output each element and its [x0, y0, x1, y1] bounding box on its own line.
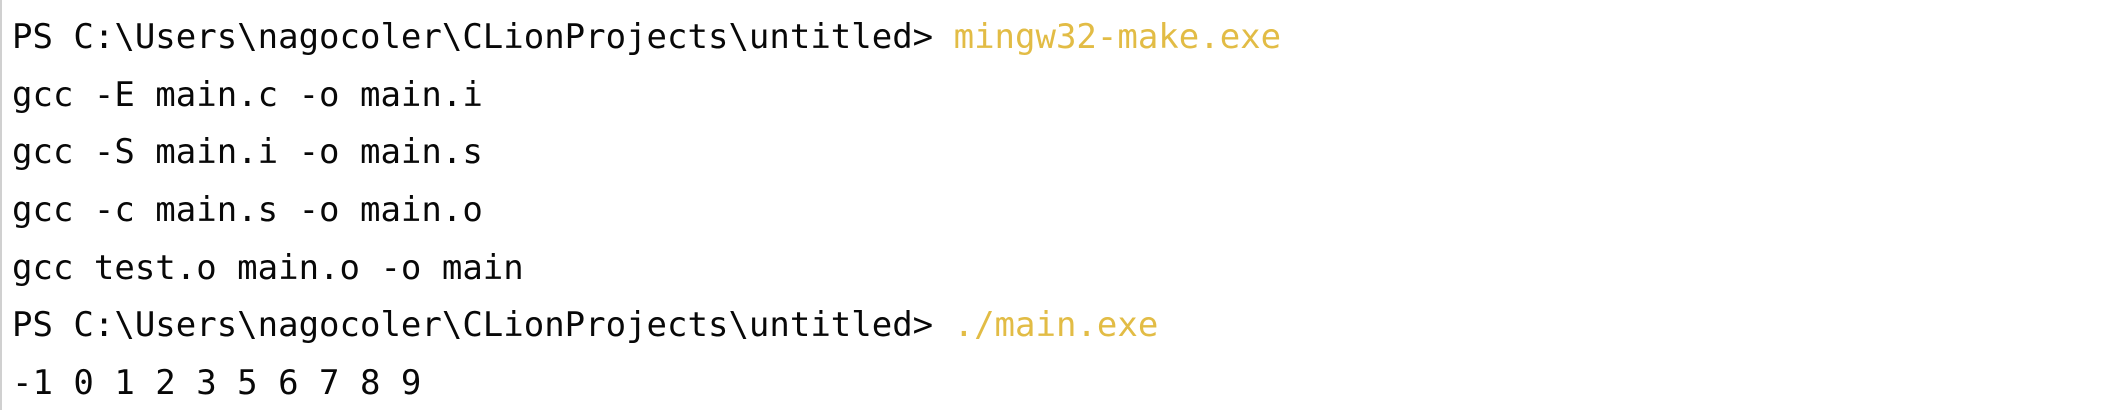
prompt: PS C:\Users\nagocoler\CLionProjects\unti… [12, 17, 954, 57]
output-line: gcc test.o main.o -o main [12, 247, 524, 288]
output-line: gcc -S main.i -o main.s [12, 132, 483, 173]
output-line: gcc -E main.c -o main.i [12, 74, 483, 115]
terminal-output[interactable]: PS C:\Users\nagocoler\CLionProjects\unti… [12, 9, 1281, 413]
prompt-line: PS C:\Users\nagocoler\CLionProjects\unti… [12, 9, 1281, 67]
output-line: gcc -c main.s -o main.o [12, 190, 483, 231]
command: mingw32-make.exe [953, 17, 1282, 57]
prompt-line: PS C:\Users\nagocoler\CLionProjects\unti… [12, 297, 1281, 355]
output-line: -1 0 1 2 3 5 6 7 8 9 [12, 363, 422, 404]
command: ./main.exe [953, 305, 1159, 346]
prompt: PS C:\Users\nagocoler\CLionProjects\unti… [12, 305, 954, 346]
